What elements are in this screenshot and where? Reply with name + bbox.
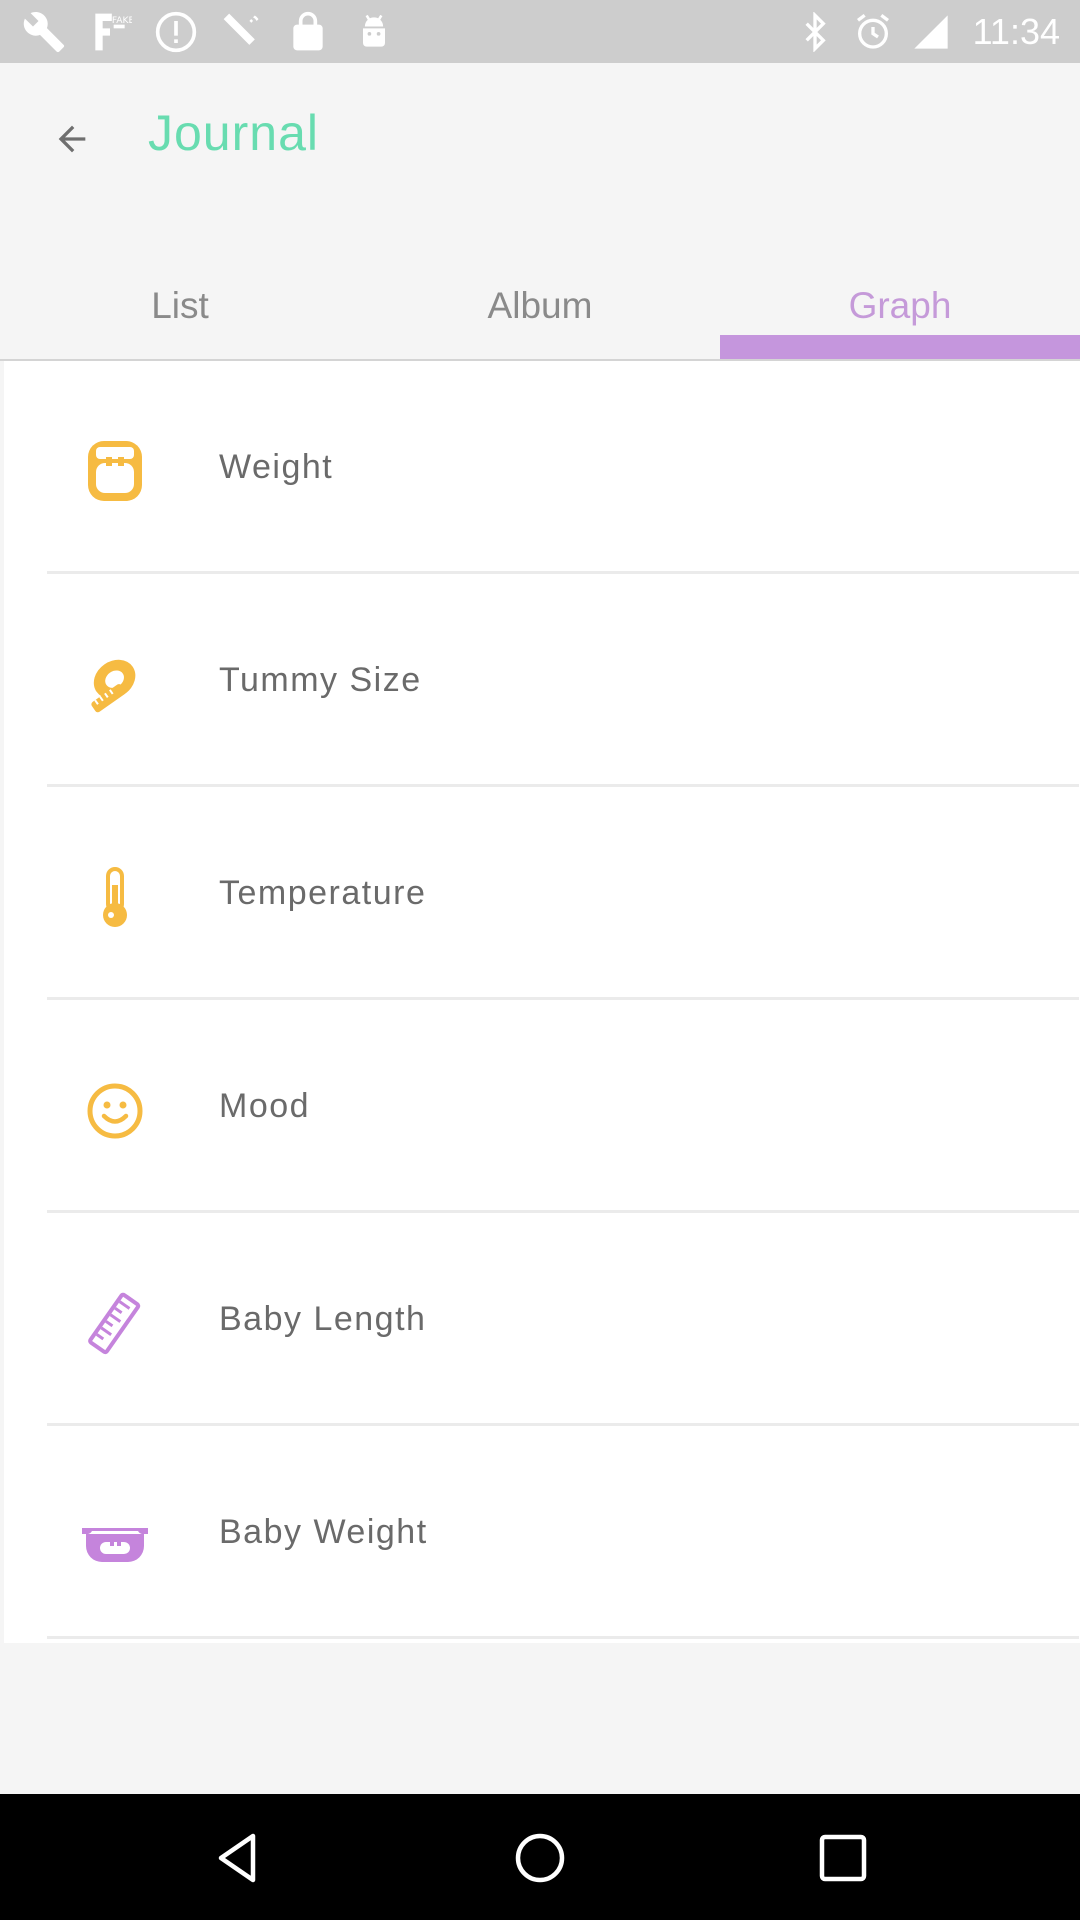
signal-icon: [913, 15, 948, 49]
tab-graph[interactable]: Graph: [720, 263, 1080, 359]
active-tab-indicator: [720, 335, 1080, 359]
nav-back-button[interactable]: [207, 1828, 267, 1888]
item-label: Baby Weight: [219, 1513, 428, 1551]
item-label: Mood: [219, 1087, 311, 1125]
list-item-tummy-size[interactable]: Tummy Size: [4, 574, 1080, 787]
graph-list: Weight Tummy Size Temperature Mood Baby …: [4, 361, 1080, 1643]
status-bar: FAKE 11:34: [0, 0, 1080, 63]
android-icon: [363, 14, 385, 47]
status-time: 11:34: [972, 11, 1060, 52]
back-icon: [218, 1833, 256, 1883]
list-item-baby-length[interactable]: Baby Length: [4, 1213, 1080, 1426]
list-item-weight[interactable]: Weight: [4, 361, 1080, 574]
thermometer-icon: [80, 863, 150, 933]
ruler-icon: [80, 1289, 150, 1359]
navigation-bar: [0, 1794, 1080, 1920]
smiley-icon: [80, 1076, 150, 1146]
fake-gps-icon: FAKE: [95, 13, 132, 51]
page-title: Journal: [148, 105, 319, 161]
lock-icon: [293, 11, 323, 51]
satellite-icon: [223, 13, 259, 45]
tab-label: List: [151, 285, 209, 326]
notification-icon: [155, 11, 197, 53]
svg-text:FAKE: FAKE: [112, 15, 132, 26]
list-item-mood[interactable]: Mood: [4, 1000, 1080, 1213]
tab-label: Album: [487, 285, 593, 326]
bluetooth-icon: [805, 12, 826, 52]
item-label: Baby Length: [219, 1300, 427, 1338]
item-label: Tummy Size: [219, 661, 422, 699]
tab-list[interactable]: List: [0, 263, 360, 359]
back-button[interactable]: [40, 107, 104, 171]
list-item-temperature[interactable]: Temperature: [4, 787, 1080, 1000]
item-label: Temperature: [219, 874, 427, 912]
tab-album[interactable]: Album: [360, 263, 720, 359]
status-right-icons: 11:34: [795, 8, 1060, 56]
tab-label: Graph: [848, 285, 952, 326]
arrow-left-icon: [58, 125, 86, 153]
nav-home-button[interactable]: [510, 1828, 570, 1888]
item-label: Weight: [219, 448, 334, 486]
divider: [47, 1636, 1079, 1639]
tab-bar: List Album Graph: [0, 263, 1080, 359]
app-bar: Journal List Album Graph: [0, 63, 1080, 361]
nav-recents-button[interactable]: [813, 1828, 873, 1888]
home-icon: [515, 1833, 565, 1883]
alarm-icon: [856, 14, 889, 49]
scale-icon: [80, 437, 150, 507]
status-left-icons: FAKE: [22, 8, 396, 56]
list-item-baby-weight[interactable]: Baby Weight: [4, 1426, 1080, 1639]
wrench-icon: [23, 12, 65, 53]
measuring-tape-icon: [80, 650, 150, 720]
recents-icon: [819, 1834, 867, 1882]
baby-scale-icon: [80, 1502, 150, 1572]
